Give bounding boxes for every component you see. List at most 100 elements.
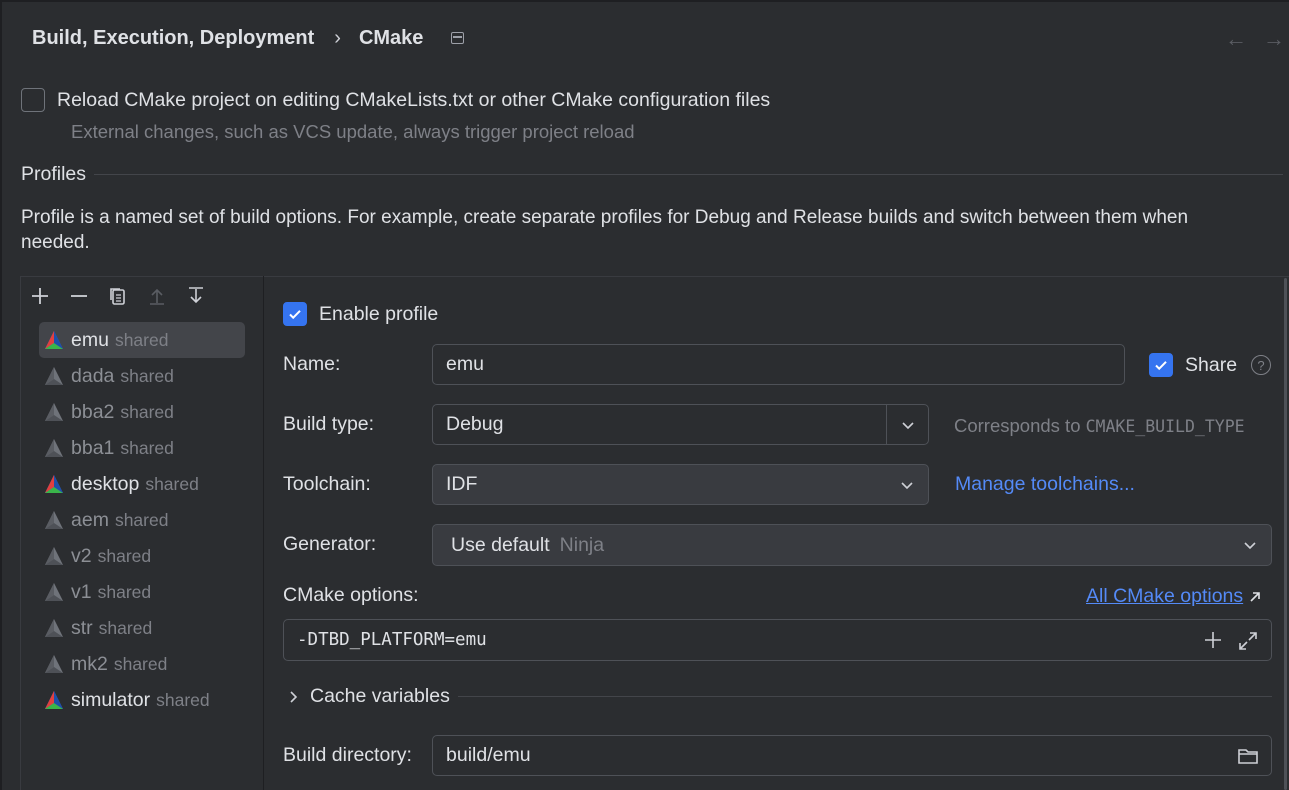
chevron-down-icon (1229, 525, 1271, 565)
profile-item-dada[interactable]: dada shared (39, 358, 245, 394)
cache-variables-label[interactable]: Cache variables (310, 685, 450, 708)
profile-name: mk2 (71, 652, 108, 675)
section-divider (94, 174, 1283, 175)
profiles-toolbar (27, 281, 208, 311)
profile-shared-tag: shared (98, 617, 153, 638)
add-icon[interactable] (27, 284, 52, 309)
profile-shared-tag: shared (156, 689, 210, 710)
reload-checkbox[interactable] (21, 88, 45, 112)
profile-shared-tag: shared (114, 509, 169, 530)
profile-item-desktop[interactable]: desktop shared (39, 466, 245, 502)
cmake-icon (45, 331, 63, 349)
profiles-list-panel: emu shared dada shared bba2 shared bba1 shared d… (20, 276, 264, 790)
profile-item-v1[interactable]: v1 shared (39, 574, 245, 610)
profile-shared-tag: shared (145, 473, 199, 494)
profile-item-emu[interactable]: emu shared (39, 322, 245, 358)
cmake-icon-disabled (45, 619, 63, 637)
details-scrollbar[interactable] (1284, 278, 1287, 790)
toolchain-combo[interactable]: IDF (432, 464, 929, 505)
forward-arrow-icon[interactable]: → (1263, 26, 1285, 52)
folder-icon[interactable] (1237, 745, 1259, 767)
all-cmake-options-link[interactable]: All CMake options (1086, 585, 1243, 608)
profile-name: aem (71, 508, 109, 531)
generator-value: Use default (451, 533, 550, 556)
cmake-icon-disabled (45, 403, 63, 421)
build-directory-value: build/emu (446, 744, 531, 766)
profile-item-v2[interactable]: v2 shared (39, 538, 245, 574)
profile-shared-tag: shared (114, 329, 169, 350)
profile-name: v2 (71, 544, 92, 567)
window-tab-icon[interactable] (451, 32, 465, 44)
copy-icon[interactable] (105, 284, 130, 309)
share-checkbox[interactable] (1149, 353, 1173, 377)
profile-item-str[interactable]: str shared (39, 610, 245, 646)
reload-label[interactable]: Reload CMake project on editing CMakeLis… (57, 89, 770, 112)
toolchain-label: Toolchain: (283, 473, 371, 495)
move-up-icon[interactable] (144, 284, 169, 309)
profile-shared-tag: shared (120, 365, 174, 386)
add-icon[interactable] (1203, 630, 1223, 650)
cache-variables-section[interactable]: Cache variables (286, 685, 1272, 708)
cmake-icon-disabled (45, 655, 63, 673)
name-label: Name: (283, 353, 341, 375)
help-icon[interactable]: ? (1251, 355, 1272, 375)
all-cmake-options: All CMake options (1086, 585, 1262, 608)
name-value: emu (446, 353, 484, 375)
breadcrumb-separator: › (334, 26, 341, 49)
enable-profile-option: Enable profile (283, 302, 438, 326)
build-type-value: Debug (446, 413, 504, 435)
build-type-hint-code: CMAKE_BUILD_TYPE (1085, 417, 1245, 436)
profile-name: bba2 (71, 400, 115, 423)
cmake-icon-disabled (45, 511, 63, 529)
profile-item-mk2[interactable]: mk2 shared (39, 646, 245, 682)
profile-name: simulator (71, 688, 151, 711)
profile-shared-tag: shared (97, 545, 152, 566)
build-directory-field[interactable]: build/emu (432, 735, 1272, 776)
window-top-border (0, 0, 1289, 2)
profiles-list: emu shared dada shared bba2 shared bba1 shared d… (39, 322, 245, 718)
cmake-icon-disabled (45, 547, 63, 565)
profiles-description: Profile is a named set of build options.… (21, 207, 1189, 253)
enable-profile-label[interactable]: Enable profile (319, 303, 438, 326)
breadcrumb-parent[interactable]: Build, Execution, Deployment (32, 27, 314, 50)
chevron-right-icon[interactable] (286, 690, 300, 704)
generator-combo[interactable]: Use default Ninja (432, 524, 1272, 566)
manage-toolchains-link[interactable]: Manage toolchains... (955, 473, 1135, 496)
expand-icon[interactable] (1237, 630, 1259, 652)
build-directory-label: Build directory: (283, 744, 412, 766)
generator-label: Generator: (283, 533, 377, 555)
profile-name: str (71, 616, 93, 639)
share-label[interactable]: Share (1185, 354, 1237, 377)
back-arrow-icon[interactable]: ← (1225, 26, 1247, 52)
build-type-combo[interactable]: Debug (432, 404, 929, 445)
profiles-section-title: Profiles (21, 163, 87, 185)
share-option: Share ? (1149, 353, 1272, 377)
cmake-icon-disabled (45, 439, 63, 457)
remove-icon[interactable] (66, 284, 91, 309)
reload-hint: External changes, such as VCS update, al… (71, 121, 635, 142)
profile-item-bba1[interactable]: bba1 shared (39, 430, 245, 466)
profile-shared-tag: shared (120, 437, 174, 458)
cmake-icon-disabled (45, 583, 63, 601)
cmake-icon (45, 475, 63, 493)
cmake-options-label: CMake options: (283, 584, 419, 606)
move-down-icon[interactable] (183, 284, 208, 309)
build-type-label: Build type: (283, 413, 375, 435)
chevron-down-icon[interactable] (886, 405, 928, 444)
cmake-options-field[interactable]: -DTBD_PLATFORM=emu (283, 619, 1272, 661)
breadcrumb-current: CMake (358, 26, 424, 49)
name-field[interactable]: emu (432, 344, 1125, 385)
profiles-section-header: Profiles (21, 163, 1283, 186)
profile-name: bba1 (71, 436, 115, 459)
profile-item-aem[interactable]: aem shared (39, 502, 245, 538)
profile-shared-tag: shared (113, 653, 168, 674)
profile-item-bba2[interactable]: bba2 shared (39, 394, 245, 430)
build-type-hint-prefix: Corresponds to (954, 415, 1081, 436)
enable-profile-checkbox[interactable] (283, 302, 307, 326)
profile-item-simulator[interactable]: simulator shared (39, 682, 245, 718)
reload-option: Reload CMake project on editing CMakeLis… (21, 88, 770, 112)
profile-name: desktop (71, 472, 140, 495)
profile-shared-tag: shared (120, 401, 174, 422)
breadcrumb: Build, Execution, Deployment › CMake (32, 24, 465, 52)
build-type-hint: Corresponds to CMAKE_BUILD_TYPE (954, 415, 1245, 437)
